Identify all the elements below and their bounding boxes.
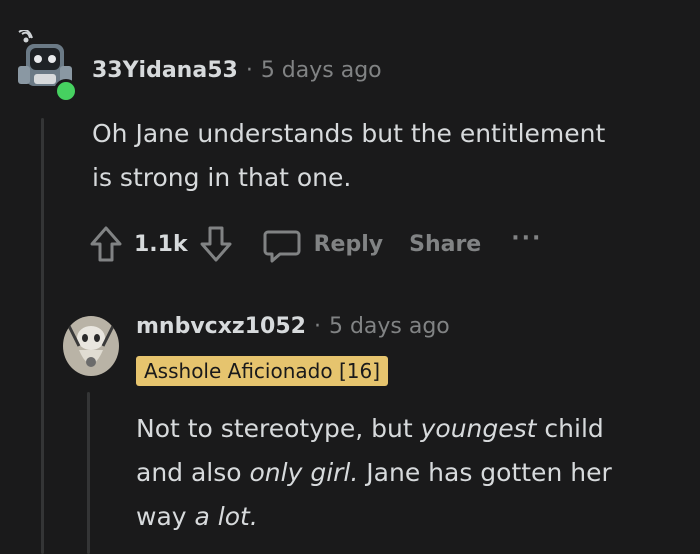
comment-body-text: Jane has gotten her xyxy=(358,458,612,487)
share-button[interactable]: Share xyxy=(409,232,481,257)
thread-line-top[interactable] xyxy=(41,118,44,554)
comment-body: Not to stereotype, but youngest child an… xyxy=(136,407,696,539)
comment-body: Oh Jane understands but the entitlement … xyxy=(92,112,692,200)
meta-separator: · xyxy=(313,314,321,339)
comment-body-emphasis: only girl. xyxy=(249,458,359,487)
downvote-icon[interactable] xyxy=(198,224,234,264)
avatar[interactable] xyxy=(63,316,119,376)
reply-button[interactable]: Reply xyxy=(262,224,384,264)
user-flair: Asshole Aficionado [16] xyxy=(136,356,388,386)
vote-count: 1.1k xyxy=(134,231,188,257)
online-status-indicator xyxy=(54,79,78,103)
upvote-icon[interactable] xyxy=(88,224,124,264)
comment-body-text: Not to stereotype, but xyxy=(136,414,421,443)
comment-meta: mnbvcxz1052 · 5 days ago xyxy=(136,314,450,339)
comment-body-text: and also xyxy=(136,458,250,487)
comment-actions: 1.1k Reply Share ··· xyxy=(88,222,542,266)
meta-separator: · xyxy=(245,58,253,83)
comment-body-text: child xyxy=(536,414,604,443)
comment-body-text: way xyxy=(136,502,195,531)
comment-body-emphasis: youngest xyxy=(420,414,537,443)
reply-label: Reply xyxy=(313,231,384,257)
comment-body-emphasis: a lot. xyxy=(194,502,258,531)
comment-icon xyxy=(262,224,302,264)
comment-body-line: is strong in that one. xyxy=(92,163,352,192)
username[interactable]: 33Yidana53 xyxy=(92,58,238,83)
timestamp[interactable]: 5 days ago xyxy=(261,58,382,83)
more-icon[interactable]: ··· xyxy=(511,226,542,251)
comment-body-line: Oh Jane understands but the entitlement xyxy=(92,119,606,148)
avatar-image xyxy=(63,316,119,376)
username[interactable]: mnbvcxz1052 xyxy=(136,314,306,339)
timestamp[interactable]: 5 days ago xyxy=(329,314,450,339)
thread-line-reply[interactable] xyxy=(87,392,90,554)
comment-meta: 33Yidana53 · 5 days ago xyxy=(92,58,382,83)
